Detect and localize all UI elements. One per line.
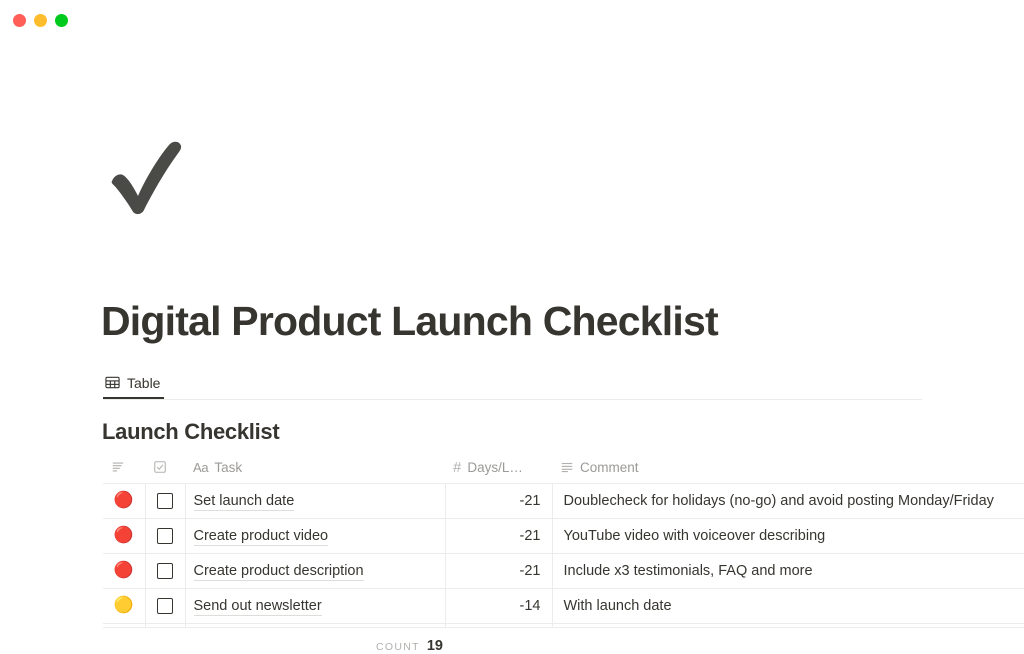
database-title: Launch Checklist bbox=[102, 419, 280, 444]
multi-select-lines-icon bbox=[111, 460, 125, 474]
table-row[interactable]: 🟡 Send out newsletter -14 With launch da… bbox=[103, 588, 1024, 624]
task-title-link[interactable]: Create product description bbox=[193, 562, 364, 581]
cell-status[interactable]: 🔴 bbox=[103, 518, 146, 554]
text-lines-icon bbox=[560, 460, 574, 474]
count-value: 19 bbox=[426, 638, 443, 654]
column-header-comment-label: Comment bbox=[580, 459, 639, 475]
column-header-status[interactable] bbox=[103, 452, 145, 484]
cell-days[interactable]: -21 bbox=[445, 553, 553, 589]
heavy-check-mark-icon[interactable] bbox=[100, 126, 192, 218]
table-row[interactable]: 🔴 Create product video -21 YouTube video… bbox=[103, 518, 1024, 554]
cell-days[interactable]: -21 bbox=[445, 518, 553, 554]
cell-done[interactable] bbox=[145, 518, 186, 554]
table-row[interactable]: 🔴 Create product description -21 Include… bbox=[103, 553, 1024, 589]
column-header-task-label: Task bbox=[214, 459, 243, 475]
table-row-partial[interactable] bbox=[103, 623, 1024, 628]
cell-days bbox=[445, 623, 553, 628]
cell-comment bbox=[552, 623, 1024, 628]
column-header-task[interactable]: Aa Task bbox=[185, 452, 445, 484]
task-title-link[interactable]: Set launch date bbox=[193, 492, 295, 511]
window-minimize-button[interactable] bbox=[34, 13, 47, 27]
count-label: Count bbox=[376, 641, 420, 653]
cell-done[interactable] bbox=[145, 588, 186, 624]
status-badge: 🔴 bbox=[113, 526, 134, 544]
task-checkbox[interactable] bbox=[157, 492, 173, 509]
cell-done[interactable] bbox=[145, 483, 186, 519]
hash-number-icon: # bbox=[453, 458, 462, 476]
task-checkbox[interactable] bbox=[157, 527, 173, 544]
cell-task[interactable]: Send out newsletter bbox=[185, 588, 446, 624]
task-title-link[interactable]: Create product video bbox=[193, 527, 329, 546]
cell-done bbox=[145, 623, 186, 628]
column-header-days-label: Days/L… bbox=[467, 459, 523, 475]
cell-comment[interactable]: Doublecheck for holidays (no-go) and avo… bbox=[552, 483, 1024, 519]
column-header-done[interactable] bbox=[145, 452, 185, 484]
page-content: Digital Product Launch Checklist Table L… bbox=[0, 40, 1024, 654]
table-header-row: Aa Task # Days/L… Comment bbox=[103, 452, 1024, 484]
table-row[interactable]: 🔴 Set launch date -21 Doublecheck for ho… bbox=[103, 483, 1024, 519]
task-checkbox[interactable] bbox=[157, 562, 173, 579]
task-title-link[interactable]: Send out newsletter bbox=[193, 597, 322, 616]
window-title-bar bbox=[0, 0, 1024, 40]
cell-comment[interactable]: With launch date bbox=[552, 588, 1024, 624]
status-badge: 🟡 bbox=[113, 596, 134, 614]
cell-task bbox=[185, 623, 446, 628]
cell-days[interactable]: -21 bbox=[445, 483, 553, 519]
cell-comment[interactable]: Include x3 testimonials, FAQ and more bbox=[552, 553, 1024, 589]
cell-status bbox=[103, 623, 146, 628]
task-checkbox[interactable] bbox=[157, 597, 173, 614]
column-header-comment[interactable]: Comment bbox=[552, 452, 1024, 484]
cell-task[interactable]: Create product description bbox=[185, 553, 446, 589]
page-title: Digital Product Launch Checklist bbox=[101, 298, 719, 344]
aa-text-icon: Aa bbox=[193, 459, 209, 475]
checklist-table-wrapper: Aa Task # Days/L… Comment 🔴 Set launch d… bbox=[103, 452, 1024, 628]
table-footer-count[interactable]: Count 19 bbox=[103, 638, 443, 654]
cell-status[interactable]: 🟡 bbox=[103, 588, 146, 624]
cell-done[interactable] bbox=[145, 553, 186, 589]
window-maximize-button[interactable] bbox=[55, 13, 68, 27]
cell-task[interactable]: Set launch date bbox=[185, 483, 446, 519]
status-badge: 🔴 bbox=[113, 561, 134, 579]
cell-days[interactable]: -14 bbox=[445, 588, 553, 624]
view-tab-bar: Table bbox=[103, 368, 922, 400]
table-grid-icon bbox=[105, 375, 120, 390]
table-body: 🔴 Set launch date -21 Doublecheck for ho… bbox=[103, 483, 1024, 628]
cell-status[interactable]: 🔴 bbox=[103, 553, 146, 589]
cell-task[interactable]: Create product video bbox=[185, 518, 446, 554]
column-header-days[interactable]: # Days/L… bbox=[445, 452, 552, 484]
cell-status[interactable]: 🔴 bbox=[103, 483, 146, 519]
status-badge: 🔴 bbox=[113, 491, 134, 509]
window-close-button[interactable] bbox=[13, 13, 26, 27]
tab-table-label: Table bbox=[127, 374, 161, 391]
checkbox-icon bbox=[153, 460, 167, 474]
cell-comment[interactable]: YouTube video with voiceover describing bbox=[552, 518, 1024, 554]
checklist-table: Aa Task # Days/L… Comment 🔴 Set launch d… bbox=[103, 452, 1024, 628]
tab-table[interactable]: Table bbox=[103, 368, 165, 399]
